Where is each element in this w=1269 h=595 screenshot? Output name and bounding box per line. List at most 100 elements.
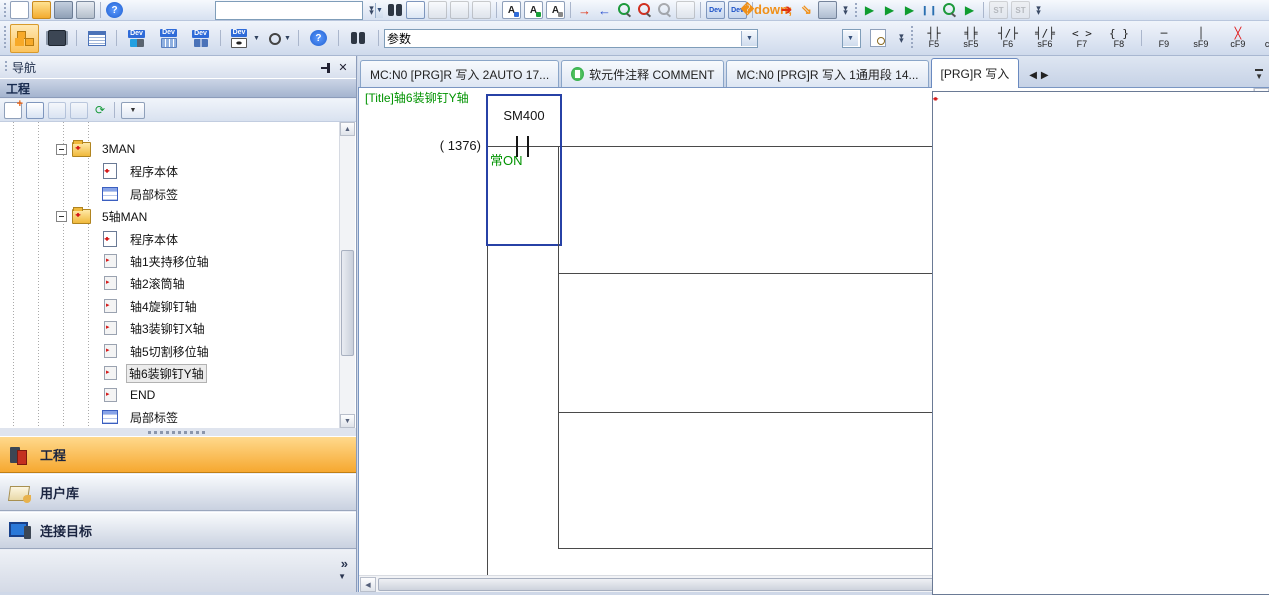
toolbar-overflow-icon[interactable]: ▾▾ (896, 30, 907, 46)
tab-list-dropdown-icon[interactable]: ▼ (1255, 69, 1263, 81)
tree-item-3man[interactable]: 3MAN (0, 138, 356, 160)
read-from-plc-icon[interactable]: ➔ (778, 2, 795, 18)
tab-prg-write-active[interactable]: [PRG]R 写入 (931, 58, 1020, 88)
output-window-button[interactable] (82, 24, 111, 53)
ladder-open-contact-button[interactable]: ┤├F5 (917, 22, 951, 54)
collapse-icon[interactable] (56, 211, 67, 222)
tab-scroll-right-icon[interactable]: ▶ (1041, 70, 1049, 81)
tab-prg-write-2auto[interactable]: MC:N0 [PRG]R 写入 2AUTO 17... (360, 60, 559, 87)
device-display-mode-button[interactable]: Dev ▼ (226, 24, 261, 53)
edit-cursor-box[interactable] (486, 94, 562, 246)
combo-dropdown-icon[interactable]: ▼ (375, 3, 383, 18)
ladder-closed-contact-button[interactable]: ┤/├F6 (991, 22, 1025, 54)
ladder-parallel-closed-contact-button[interactable]: ╡/╞sF6 (1028, 22, 1062, 54)
ladder-delete-horizontal-line-button[interactable]: ╳cF9 (1221, 22, 1255, 54)
monitor-start-icon[interactable]: ▶ (861, 2, 878, 18)
scroll-left-icon[interactable]: ◀ (360, 577, 376, 592)
nav-button-connection-target[interactable]: 连接目标 (0, 512, 356, 549)
nav-button-user-library[interactable]: 用户库 (0, 474, 356, 511)
copy-item-icon[interactable] (26, 102, 44, 119)
ladder-application-instruction-button[interactable]: { }F8 (1102, 22, 1136, 54)
chevron-down-icon[interactable]: ▼ (338, 572, 346, 581)
toolbar-overflow-icon[interactable]: ▾▾ (840, 2, 851, 18)
jump-back-icon[interactable]: ← (596, 2, 613, 18)
device-memory-button[interactable]: Dev (154, 24, 183, 53)
pin-icon[interactable] (316, 59, 334, 76)
device-initial-button[interactable]: Dev (186, 24, 215, 53)
print-icon[interactable] (76, 1, 95, 19)
find-replace-button[interactable] (344, 24, 373, 53)
toolbar-grip[interactable] (3, 3, 7, 17)
tab-prg-write-common[interactable]: MC:N0 [PRG]R 写入 1通用段 14... (726, 60, 928, 87)
tab-device-comment[interactable]: 软元件注释 COMMENT (561, 60, 724, 87)
tree-item-axis2[interactable]: 轴2滚筒轴 (0, 272, 356, 294)
ladder-vertical-line-button[interactable]: │sF9 (1184, 22, 1218, 54)
watch-run-icon[interactable]: ▶ (961, 2, 978, 18)
monitor-write-icon[interactable]: ▶ (881, 2, 898, 18)
new-item-icon[interactable] (4, 102, 22, 119)
toolbar-grip[interactable] (3, 26, 7, 50)
collapse-icon[interactable] (56, 144, 67, 155)
comment-display-icon[interactable]: A (502, 1, 521, 19)
tree-scrollbar[interactable]: ▲ ▼ (339, 122, 355, 428)
copy-icon[interactable] (406, 1, 425, 19)
combo-dropdown-icon[interactable]: ▼ (741, 31, 757, 46)
jump-forward-icon[interactable]: → (576, 2, 593, 18)
ladder-delete-vertical-line-button[interactable]: ╳cF10 (1258, 22, 1269, 54)
statement-display-icon[interactable]: A (524, 1, 543, 19)
scrollbar-thumb[interactable] (341, 250, 354, 356)
tree-item-program-body[interactable]: 程序本体 (0, 160, 356, 182)
tree-item-program-body-2[interactable]: 程序本体 (0, 228, 356, 250)
panel-grip[interactable] (4, 61, 8, 73)
help-icon[interactable]: ? (106, 2, 123, 18)
tree-item-axis3[interactable]: 轴3装铆钉X轴 (0, 317, 356, 339)
tree-item-5axis-man[interactable]: 5轴MAN (0, 205, 356, 227)
find-icon[interactable] (387, 4, 403, 16)
new-project-icon[interactable] (10, 1, 29, 19)
tree-item-axis1[interactable]: 轴1夹持移位轴 (0, 250, 356, 272)
remote-operation-icon[interactable] (818, 1, 837, 19)
more-buttons-icon[interactable]: » (341, 558, 348, 569)
tree-item-axis5[interactable]: 轴5切割移位轴 (0, 340, 356, 362)
window-select-combobox[interactable]: ▼ (384, 29, 758, 48)
verify-with-plc-icon[interactable]: ⇘ (798, 2, 815, 18)
watch-start-icon[interactable] (941, 2, 958, 18)
save-project-icon[interactable] (54, 1, 73, 19)
toolbar-grip[interactable] (910, 26, 914, 50)
find-device-button[interactable]: ▼ (264, 24, 293, 53)
tree-item-local-label[interactable]: 局部标签 (0, 183, 356, 205)
open-project-icon[interactable] (32, 1, 51, 19)
device-comment-edit-button[interactable]: Dev (122, 24, 151, 53)
window-select-input[interactable] (385, 31, 741, 45)
tree-item-local-label-2[interactable]: 局部标签 (0, 406, 356, 428)
sort-icon[interactable]: ▼ (121, 102, 145, 119)
note-display-icon[interactable]: A (546, 1, 565, 19)
monitor-stop-icon[interactable]: ❙❙ (921, 2, 938, 18)
scroll-up-icon[interactable]: ▲ (340, 122, 355, 136)
find-in-page-button[interactable] (864, 24, 893, 53)
history-dropdown[interactable]: ▼ (842, 29, 861, 48)
toolbar-grip[interactable] (854, 3, 858, 17)
tree-item-end[interactable]: END (0, 384, 356, 406)
nav-button-project[interactable]: 工程 (0, 436, 356, 473)
tree-item-axis6-selected[interactable]: 轴6装铆钉Y轴 (0, 362, 356, 384)
function-block-button[interactable] (42, 24, 71, 53)
toolbar-overflow-icon[interactable]: ▾▾ (1033, 2, 1044, 18)
ladder-coil-button[interactable]: < >F7 (1065, 22, 1099, 54)
tab-scroll-left-icon[interactable]: ◀ (1029, 70, 1037, 81)
navigation-window-toggle-button[interactable] (10, 24, 39, 53)
quick-search-input[interactable] (216, 3, 375, 17)
refresh-icon[interactable]: ⟳ (92, 103, 108, 118)
device-display-icon[interactable]: Dev (706, 1, 725, 19)
find-device-back-icon[interactable] (636, 2, 653, 18)
help-button[interactable]: ? (304, 24, 333, 53)
find-device-forward-icon[interactable] (616, 2, 633, 18)
close-icon[interactable]: ✕ (334, 59, 352, 76)
write-to-plc-icon[interactable]: �down; (758, 2, 775, 18)
ladder-parallel-contact-button[interactable]: ╡╞sF5 (954, 22, 988, 54)
quick-search-combobox[interactable]: ▼ (215, 1, 363, 20)
tree-item-axis4[interactable]: 轴4旋铆钉轴 (0, 295, 356, 317)
ladder-horizontal-line-button[interactable]: ─F9 (1147, 22, 1181, 54)
scroll-down-icon[interactable]: ▼ (340, 414, 355, 428)
panel-splitter[interactable] (0, 428, 356, 436)
